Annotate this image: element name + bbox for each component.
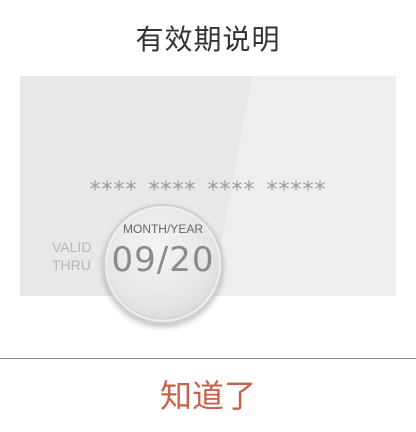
- dialog-title: 有效期说明: [135, 23, 281, 56]
- thru-label: THRU: [52, 257, 91, 273]
- month-year-caption: MONTH/YEAR: [122, 222, 203, 236]
- expiry-magnifier: MONTH/YEAR 09/20: [103, 204, 223, 324]
- valid-thru-label: VALID THRU: [52, 238, 91, 274]
- expiry-date-value: 09/20: [111, 240, 215, 280]
- confirm-button[interactable]: 知道了: [0, 359, 416, 432]
- card-number-mask: **** **** **** *****: [89, 178, 327, 203]
- valid-label: VALID: [52, 239, 92, 255]
